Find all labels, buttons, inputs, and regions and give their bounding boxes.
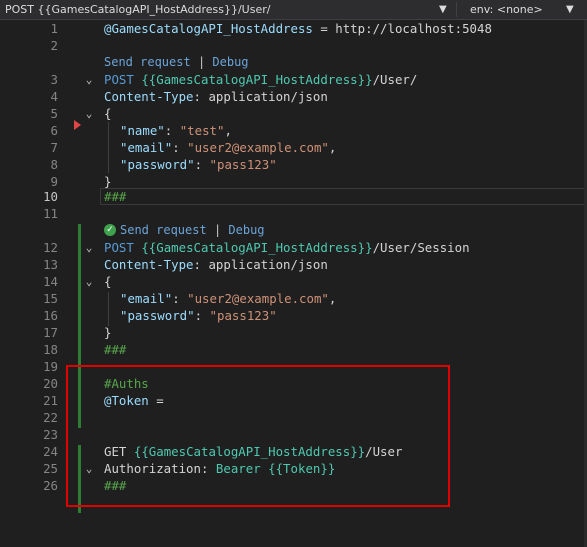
line-number: 4 (50, 89, 58, 104)
code-line: 18 ### (0, 341, 587, 358)
code-line: 3 ⌄ POST {{GamesCatalogAPI_HostAddress}}… (0, 71, 587, 88)
line-number: 11 (43, 206, 58, 221)
line-number: 19 (43, 359, 58, 374)
code-text[interactable]: } (104, 324, 111, 341)
line-number: 7 (50, 140, 58, 155)
fold-chevron-icon[interactable]: ⌄ (82, 273, 96, 290)
line-number: 6 (50, 123, 58, 138)
fold-chevron-icon[interactable]: ⌄ (82, 105, 96, 122)
line-number: 26 (43, 478, 58, 493)
line-number: 3 (50, 72, 58, 87)
code-text[interactable]: "email": "user2@example.com", (120, 139, 336, 156)
chevron-down-icon[interactable]: ▼ (566, 4, 580, 16)
code-text[interactable]: POST {{GamesCatalogAPI_HostAddress}}/Use… (104, 71, 417, 88)
code-line: 10 ### (0, 188, 587, 205)
fold-chevron-icon[interactable]: ⌄ (82, 239, 96, 256)
line-number: 23 (43, 427, 58, 442)
line-number: 15 (43, 291, 58, 306)
highlight-box (66, 365, 450, 507)
line-number: 20 (43, 376, 58, 391)
line-number: 18 (43, 342, 58, 357)
line-number: 22 (43, 410, 58, 425)
code-text[interactable]: Content-Type: application/json (104, 256, 328, 273)
line-number: 10 (43, 189, 58, 204)
code-line: 7 "email": "user2@example.com", (0, 139, 587, 156)
code-line: 1 @GamesCatalogAPI_HostAddress = http://… (0, 20, 587, 37)
line-number: 17 (43, 325, 58, 340)
code-line: 14 ⌄ { (0, 273, 587, 290)
send-request-link[interactable]: Send request (104, 55, 191, 69)
toolbar-divider (456, 2, 457, 17)
code-text[interactable]: "email": "user2@example.com", (120, 290, 336, 307)
chevron-down-icon[interactable]: ▼ (439, 4, 453, 16)
line-number: 21 (43, 393, 58, 408)
send-request-link[interactable]: Send request (120, 223, 207, 237)
code-text[interactable]: "password": "pass123" (120, 156, 277, 173)
code-text[interactable]: POST {{GamesCatalogAPI_HostAddress}}/Use… (104, 239, 470, 256)
environment-dropdown[interactable]: env: <none> (470, 3, 543, 16)
code-text[interactable]: "name": "test", (120, 122, 232, 139)
code-line: 4 Content-Type: application/json (0, 88, 587, 105)
codelens: Send request | Debug (104, 55, 249, 69)
line-number: 12 (43, 240, 58, 255)
code-line: 11 (0, 205, 587, 222)
debug-link[interactable]: Debug (228, 223, 264, 237)
code-line: 2 (0, 37, 587, 54)
line-number: 8 (50, 157, 58, 172)
line-number: 25 (43, 461, 58, 476)
line-number: 16 (43, 308, 58, 323)
line-number: 1 (50, 21, 58, 36)
code-line: 13 Content-Type: application/json (0, 256, 587, 273)
top-bar: POST {{GamesCatalogAPI_HostAddress}}/Use… (0, 0, 587, 20)
line-number: 13 (43, 257, 58, 272)
line-number: 5 (50, 106, 58, 121)
request-dropdown[interactable]: POST {{GamesCatalogAPI_HostAddress}}/Use… (5, 3, 270, 16)
code-text[interactable]: { (104, 105, 111, 122)
codelens: Send request | Debug (120, 223, 265, 237)
code-text[interactable]: @GamesCatalogAPI_HostAddress = http://lo… (104, 20, 492, 37)
debug-link[interactable]: Debug (212, 55, 248, 69)
code-line: 17 } (0, 324, 587, 341)
code-text[interactable]: { (104, 273, 111, 290)
line-number: 24 (43, 444, 58, 459)
code-line: 15 "email": "user2@example.com", (0, 290, 587, 307)
code-line: 6 "name": "test", (0, 122, 587, 139)
code-line: 8 "password": "pass123" (0, 156, 587, 173)
code-line: 12 ⌄ POST {{GamesCatalogAPI_HostAddress}… (0, 239, 587, 256)
code-line: 5 ⌄ { (0, 105, 587, 122)
code-text[interactable]: ### (104, 341, 126, 358)
line-number: 14 (43, 274, 58, 289)
line-number: 2 (50, 38, 58, 53)
code-text[interactable]: Content-Type: application/json (104, 88, 328, 105)
code-text[interactable]: "password": "pass123" (120, 307, 277, 324)
code-line: 16 "password": "pass123" (0, 307, 587, 324)
fold-chevron-icon[interactable]: ⌄ (82, 71, 96, 88)
code-text[interactable]: ### (104, 188, 126, 205)
